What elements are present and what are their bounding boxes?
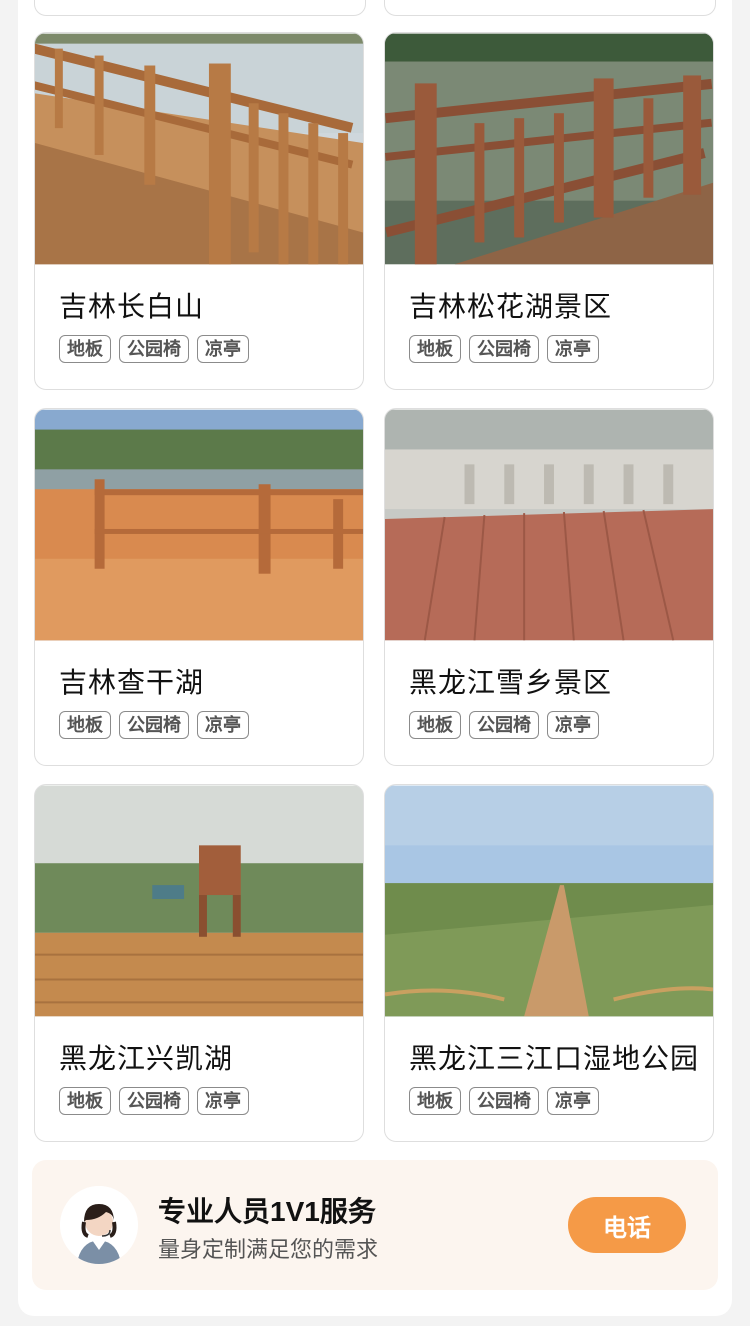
tag-park-bench: 公园椅 (119, 1087, 189, 1115)
tag-park-bench: 公园椅 (469, 711, 539, 739)
call-button[interactable]: 电话 (568, 1197, 686, 1253)
project-title: 黑龙江雪乡景区 (409, 667, 613, 698)
tag-floor: 地板 (409, 711, 461, 739)
tag-pavilion: 凉亭 (547, 335, 599, 363)
tag-park-bench: 公园椅 (119, 335, 189, 363)
service-title: 专业人员1V1服务 (158, 1196, 376, 1227)
tag-pavilion: 凉亭 (197, 711, 249, 739)
project-title: 吉林长白山 (59, 291, 205, 322)
service-banner: 专业人员1V1服务 量身定制满足您的需求 电话 (32, 1160, 718, 1290)
project-photo-lake-railing (385, 33, 713, 265)
project-title: 吉林松花湖景区 (409, 291, 613, 322)
project-card[interactable]: 黑龙江兴凯湖 地板 公园椅 凉亭 (34, 784, 364, 1142)
tag-floor: 地板 (409, 335, 461, 363)
tag-pavilion: 凉亭 (197, 335, 249, 363)
project-card[interactable]: 吉林松花湖景区 地板 公园椅 凉亭 (384, 32, 714, 390)
project-title: 吉林查干湖 (59, 667, 205, 698)
page-container: 吉林长白山 地板 公园椅 凉亭 吉林松花湖景区 地板 公园椅 凉亭 吉林查干湖 … (18, 0, 732, 1316)
project-photo-deck-stairs (35, 409, 363, 641)
tag-floor: 地板 (409, 1087, 461, 1115)
project-title: 黑龙江兴凯湖 (59, 1043, 234, 1074)
project-card[interactable]: 吉林查干湖 地板 公园椅 凉亭 (34, 408, 364, 766)
tag-floor: 地板 (59, 1087, 111, 1115)
previous-card-bottom-edge[interactable] (34, 0, 366, 16)
service-subtitle: 量身定制满足您的需求 (158, 1237, 379, 1262)
project-card[interactable]: 黑龙江雪乡景区 地板 公园椅 凉亭 (384, 408, 714, 766)
customer-service-agent-icon (60, 1186, 138, 1264)
tag-pavilion: 凉亭 (197, 1087, 249, 1115)
previous-card-bottom-edge[interactable] (384, 0, 716, 16)
tag-floor: 地板 (59, 335, 111, 363)
project-photo-wooden-railing (35, 33, 363, 265)
tag-park-bench: 公园椅 (119, 711, 189, 739)
project-photo-wetland-boardwalk (385, 785, 713, 1017)
tag-pavilion: 凉亭 (547, 1087, 599, 1115)
project-photo-terrace-deck (385, 409, 713, 641)
tag-pavilion: 凉亭 (547, 711, 599, 739)
project-photo-lake-platform (35, 785, 363, 1017)
tag-floor: 地板 (59, 711, 111, 739)
project-card[interactable]: 吉林长白山 地板 公园椅 凉亭 (34, 32, 364, 390)
project-card[interactable]: 黑龙江三江口湿地公园 地板 公园椅 凉亭 (384, 784, 714, 1142)
tag-park-bench: 公园椅 (469, 335, 539, 363)
tag-park-bench: 公园椅 (469, 1087, 539, 1115)
project-title: 黑龙江三江口湿地公园 (409, 1043, 700, 1074)
